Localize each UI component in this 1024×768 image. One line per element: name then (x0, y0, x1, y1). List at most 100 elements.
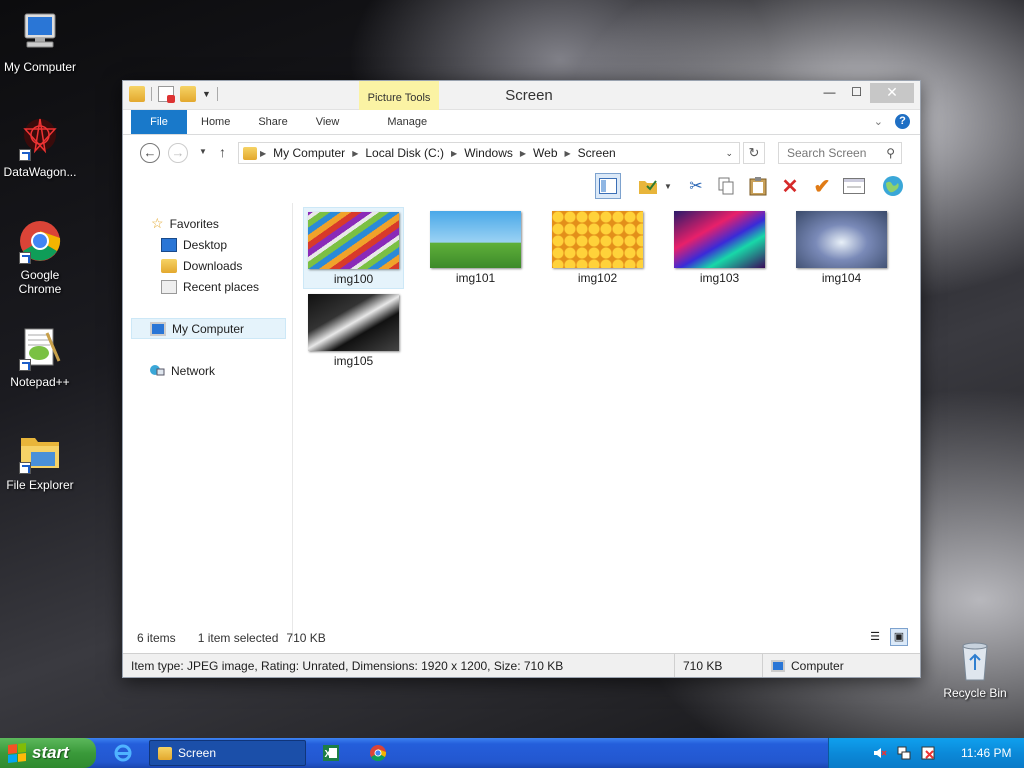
nav-recent-places[interactable]: Recent places (131, 276, 292, 297)
desktop-icon-datawagon[interactable]: DataWagon... (0, 115, 80, 179)
excel-icon[interactable]: X (322, 744, 340, 762)
tab-file[interactable]: File (131, 110, 187, 134)
file-name: img102 (577, 271, 618, 285)
volume-muted-icon[interactable] (873, 746, 887, 760)
svg-text:X: X (325, 749, 332, 760)
start-label: start (32, 743, 69, 762)
paste-button[interactable] (745, 173, 771, 199)
image-thumbnail (308, 212, 399, 269)
desktop-icon-notepadpp[interactable]: Notepad++ (0, 325, 80, 389)
folder-icon (17, 428, 63, 474)
network-status-icon[interactable] (897, 746, 911, 760)
search-icon: ⚲ (886, 146, 895, 160)
preview-pane-button[interactable] (595, 173, 621, 199)
forward-button[interactable]: → (168, 143, 188, 163)
nav-label: Favorites (169, 216, 219, 231)
nav-label: Network (171, 363, 216, 378)
breadcrumb-web[interactable]: Web (529, 146, 561, 160)
maximize-button[interactable]: ☐ (843, 83, 870, 103)
nav-my-computer[interactable]: My Computer (131, 318, 286, 339)
internet-explorer-icon[interactable] (114, 744, 132, 762)
network-globe-button[interactable] (880, 173, 906, 199)
breadcrumb-local-disk[interactable]: Local Disk (C:) (361, 146, 448, 160)
quick-access-toolbar: ▼ (129, 86, 218, 103)
image-thumbnail (430, 211, 521, 268)
tab-view[interactable]: View (302, 110, 354, 134)
desktop-icon-label: DataWagon... (3, 165, 77, 179)
address-bar[interactable]: ▶ My Computer ▶ Local Disk (C:) ▶ Window… (238, 142, 740, 164)
breadcrumb-screen[interactable]: Screen (574, 146, 620, 160)
properties-button[interactable] (841, 173, 867, 199)
copy-button[interactable] (713, 173, 739, 199)
desktop-icon-label: File Explorer (6, 478, 74, 492)
desktop-icon-chrome[interactable]: Google Chrome (0, 218, 80, 296)
search-input[interactable]: Search Screen ⚲ (778, 142, 902, 164)
breadcrumb-my-computer[interactable]: My Computer (269, 146, 349, 160)
file-thumbnail[interactable]: img102 (547, 207, 648, 289)
image-thumbnail (308, 294, 399, 351)
desktop-icon-recycle-bin[interactable]: Recycle Bin (935, 638, 1015, 700)
cut-button[interactable]: ✂ (683, 173, 709, 199)
breadcrumb-separator-icon[interactable]: ▶ (448, 149, 460, 158)
rename-button[interactable]: ✔ (809, 173, 835, 199)
new-folder-icon[interactable] (180, 86, 196, 102)
refresh-button[interactable]: ↻ (743, 142, 765, 164)
file-thumbnail[interactable]: img101 (425, 207, 526, 289)
nav-favorites[interactable]: ☆ Favorites (131, 213, 292, 234)
details-view-icon[interactable]: ☰ (866, 628, 884, 646)
tab-manage[interactable]: Manage (373, 110, 441, 134)
content-area: ☆ Favorites Desktop Downloads Recent pla… (131, 203, 914, 641)
customize-qat-dropdown-icon[interactable]: ▼ (202, 89, 211, 99)
nav-desktop[interactable]: Desktop (131, 234, 292, 255)
taskbar: start Screen X 11:46 PM (0, 738, 1024, 768)
nav-label: Recent places (183, 279, 260, 294)
breadcrumb-separator-icon[interactable]: ▶ (349, 149, 361, 158)
address-history-dropdown-icon[interactable]: ⌄ (725, 148, 739, 159)
expand-ribbon-icon[interactable]: ⌄ (874, 115, 883, 128)
move-to-dropdown-icon[interactable]: ▼ (661, 173, 675, 199)
computer-icon (17, 10, 63, 56)
file-thumbnail[interactable]: img105 (303, 290, 404, 372)
recent-locations-dropdown-icon[interactable]: ▼ (199, 147, 207, 156)
properties-icon[interactable] (158, 86, 175, 103)
desktop-icon-my-computer[interactable]: My Computer (0, 10, 80, 74)
file-thumbnail[interactable]: img104 (791, 207, 892, 289)
tab-share[interactable]: Share (244, 110, 301, 134)
minimize-button[interactable]: — (816, 83, 843, 103)
taskbar-item-screen[interactable]: Screen (149, 740, 306, 766)
chrome-icon[interactable] (369, 744, 387, 762)
datawagon-icon (17, 115, 63, 161)
breadcrumb-separator-icon[interactable]: ▶ (517, 149, 529, 158)
action-center-warning-icon[interactable] (921, 746, 935, 760)
close-button[interactable]: ✕ (870, 83, 914, 103)
move-to-button[interactable] (635, 173, 661, 199)
breadcrumb-separator-icon[interactable]: ▶ (257, 149, 269, 158)
details-bar: Item type: JPEG image, Rating: Unrated, … (123, 653, 920, 677)
navigation-pane: ☆ Favorites Desktop Downloads Recent pla… (131, 203, 293, 641)
up-button[interactable]: ↑ (219, 144, 226, 160)
help-icon[interactable]: ? (895, 114, 910, 129)
file-thumbnail[interactable]: img100 (303, 207, 404, 289)
nav-downloads[interactable]: Downloads (131, 255, 292, 276)
nav-network[interactable]: Network (131, 360, 292, 381)
file-name: img105 (333, 354, 374, 368)
start-button[interactable]: start (0, 738, 96, 768)
folder-check-icon (639, 180, 657, 194)
ribbon-tabs: File Home Share View Manage ⌄ ? (123, 110, 920, 135)
clock[interactable]: 11:46 PM (961, 746, 1011, 760)
view-buttons: ☰ ▣ (866, 628, 908, 646)
shortcut-arrow-icon (19, 149, 31, 161)
copy-icon (718, 177, 734, 195)
large-icons-view-icon[interactable]: ▣ (890, 628, 908, 646)
image-thumbnail (796, 211, 887, 268)
breadcrumb-separator-icon[interactable]: ▶ (562, 149, 574, 158)
delete-button[interactable]: ✕ (777, 173, 803, 199)
desktop-icon-label: My Computer (3, 60, 77, 74)
file-thumbnail[interactable]: img103 (669, 207, 770, 289)
breadcrumb-windows[interactable]: Windows (460, 146, 517, 160)
item-size: 710 KB (675, 654, 763, 677)
back-button[interactable]: ← (140, 143, 160, 163)
desktop-icon-file-explorer[interactable]: File Explorer (0, 428, 80, 492)
tab-home[interactable]: Home (187, 110, 244, 134)
downloads-folder-icon (161, 258, 177, 273)
